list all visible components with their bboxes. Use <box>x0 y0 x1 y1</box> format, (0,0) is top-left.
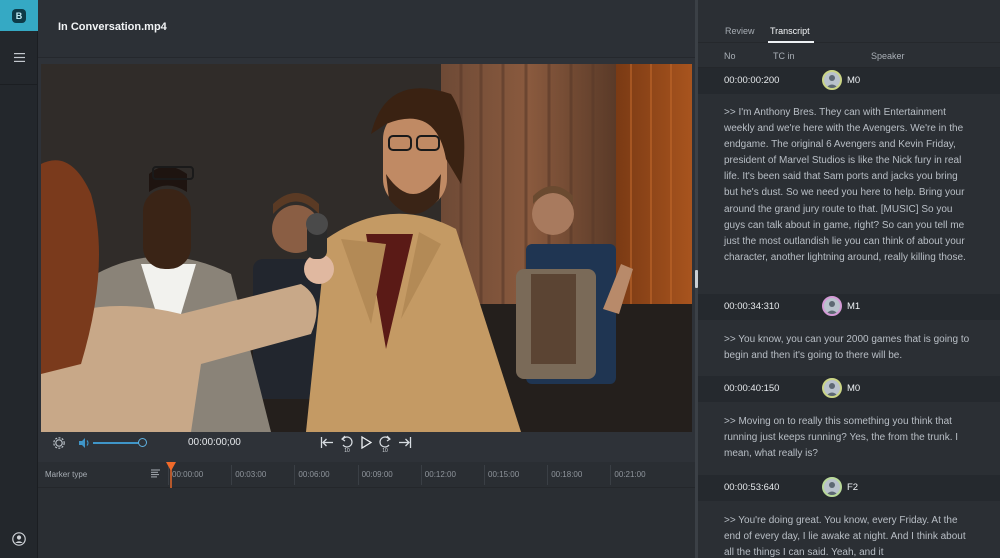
playhead-marker[interactable] <box>165 460 177 488</box>
timeline-tick-label: 00:12:00 <box>424 470 456 479</box>
panel-tabs: Review Transcript <box>698 0 1000 43</box>
forward-10-label: 10 <box>382 448 388 453</box>
settings-icon[interactable] <box>53 437 65 449</box>
speaker-avatar[interactable] <box>822 70 842 90</box>
timeline-tick-line <box>610 465 612 485</box>
left-rail: B <box>0 0 38 558</box>
volume-slider-handle[interactable] <box>138 438 147 447</box>
rewind-10-icon[interactable]: 10 <box>340 435 354 453</box>
timeline-tick-line <box>294 465 296 485</box>
app-logo[interactable]: B <box>0 0 38 31</box>
play-icon[interactable] <box>360 436 372 449</box>
timeline-tick-label: 00:09:00 <box>361 470 393 479</box>
marker-type-label: Marker type <box>45 470 88 479</box>
entry-timecode: 00:00:34:310 <box>724 301 780 312</box>
entry-timecode: 00:00:40:150 <box>724 383 780 394</box>
timeline-tick-line <box>547 465 549 485</box>
list-icon[interactable] <box>151 469 160 478</box>
timeline-tick-label: 00:06:00 <box>298 470 330 479</box>
rewind-10-label: 10 <box>344 448 350 453</box>
volume-slider-track[interactable] <box>93 442 141 444</box>
timeline-tick-line <box>484 465 485 485</box>
timecode-display: 00:00:00;00 <box>188 437 241 448</box>
speaker-avatar[interactable] <box>822 477 842 497</box>
timeline-tick-line <box>231 465 233 485</box>
person-icon <box>826 383 838 396</box>
file-title: In Conversation.mp4 <box>58 21 167 33</box>
jump-end-icon[interactable] <box>398 436 412 449</box>
timeline-tick-label: 00:03:00 <box>235 470 267 479</box>
person-icon <box>826 482 838 495</box>
entry-timecode: 00:00:53:640 <box>724 482 780 493</box>
transcript-text[interactable]: >> You're doing great. You know, every F… <box>724 513 970 558</box>
tab-transcript[interactable]: Transcript <box>770 26 810 36</box>
player-controls: 00:00:00;00 10 10 <box>38 432 695 462</box>
app-window: B In Conversation.mp4 00:00:00;00 10 10 … <box>0 0 1000 558</box>
transcript-panel: Review Transcript No TC in Speaker 00:00… <box>698 0 1000 558</box>
volume-icon[interactable] <box>78 437 91 449</box>
timeline-tick-label: 00:15:00 <box>488 470 520 479</box>
timeline-ruler[interactable]: Marker type 00:00:00 00:03:00 00:06:00 00:0… <box>38 462 695 488</box>
transcript-list: 00:00:00:200 M0 >> I'm Anthony Bres. The… <box>698 68 1000 558</box>
entry-speaker: F2 <box>847 482 859 493</box>
column-header: No TC in Speaker <box>698 44 1000 68</box>
menu-button[interactable] <box>0 31 38 85</box>
timeline-tick-line <box>357 465 359 485</box>
column-speaker[interactable]: Speaker <box>871 51 905 61</box>
hamburger-icon <box>13 53 25 62</box>
timeline: Marker type 00:00:00 00:03:00 00:06:00 00:0… <box>38 462 695 558</box>
transcript-entry-header[interactable]: 00:00:40:150 M0 <box>698 376 1000 402</box>
logo-icon: B <box>12 8 26 23</box>
transcript-text[interactable]: >> Moving on to really this something yo… <box>724 414 970 462</box>
jump-start-icon[interactable] <box>320 436 334 449</box>
timeline-tick-label: 00:18:00 <box>551 470 583 479</box>
user-account-icon[interactable] <box>12 532 26 546</box>
entry-speaker: M1 <box>847 301 861 312</box>
speaker-avatar[interactable] <box>822 378 842 398</box>
timeline-tick-line <box>420 465 422 485</box>
transcript-entry-header[interactable]: 00:00:53:640 F2 <box>698 475 1000 501</box>
column-no[interactable]: No <box>724 51 736 61</box>
entry-speaker: M0 <box>847 383 861 394</box>
person-icon <box>826 75 838 88</box>
tab-review[interactable]: Review <box>725 26 755 36</box>
main-area: In Conversation.mp4 00:00:00;00 10 10 Ma… <box>38 0 695 558</box>
transcript-text[interactable]: >> I'm Anthony Bres. They can with Enter… <box>724 105 970 266</box>
entry-timecode: 00:00:00:200 <box>724 75 780 86</box>
timeline-tick-label: 00:21:00 <box>614 470 646 479</box>
video-player[interactable] <box>41 64 692 432</box>
entry-speaker: M0 <box>847 75 861 86</box>
transcript-text[interactable]: >> You know, you can your 2000 games tha… <box>724 332 970 364</box>
video-frame <box>41 64 692 432</box>
active-tab-indicator <box>768 41 814 43</box>
speaker-avatar[interactable] <box>822 296 842 316</box>
forward-10-icon[interactable]: 10 <box>378 435 392 453</box>
title-bar: In Conversation.mp4 <box>38 0 695 58</box>
transcript-entry-header[interactable]: 00:00:34:310 M1 <box>698 294 1000 320</box>
column-tc-in[interactable]: TC in <box>773 51 795 61</box>
person-icon <box>826 301 838 314</box>
transcript-entry-header[interactable]: 00:00:00:200 M0 <box>698 68 1000 94</box>
